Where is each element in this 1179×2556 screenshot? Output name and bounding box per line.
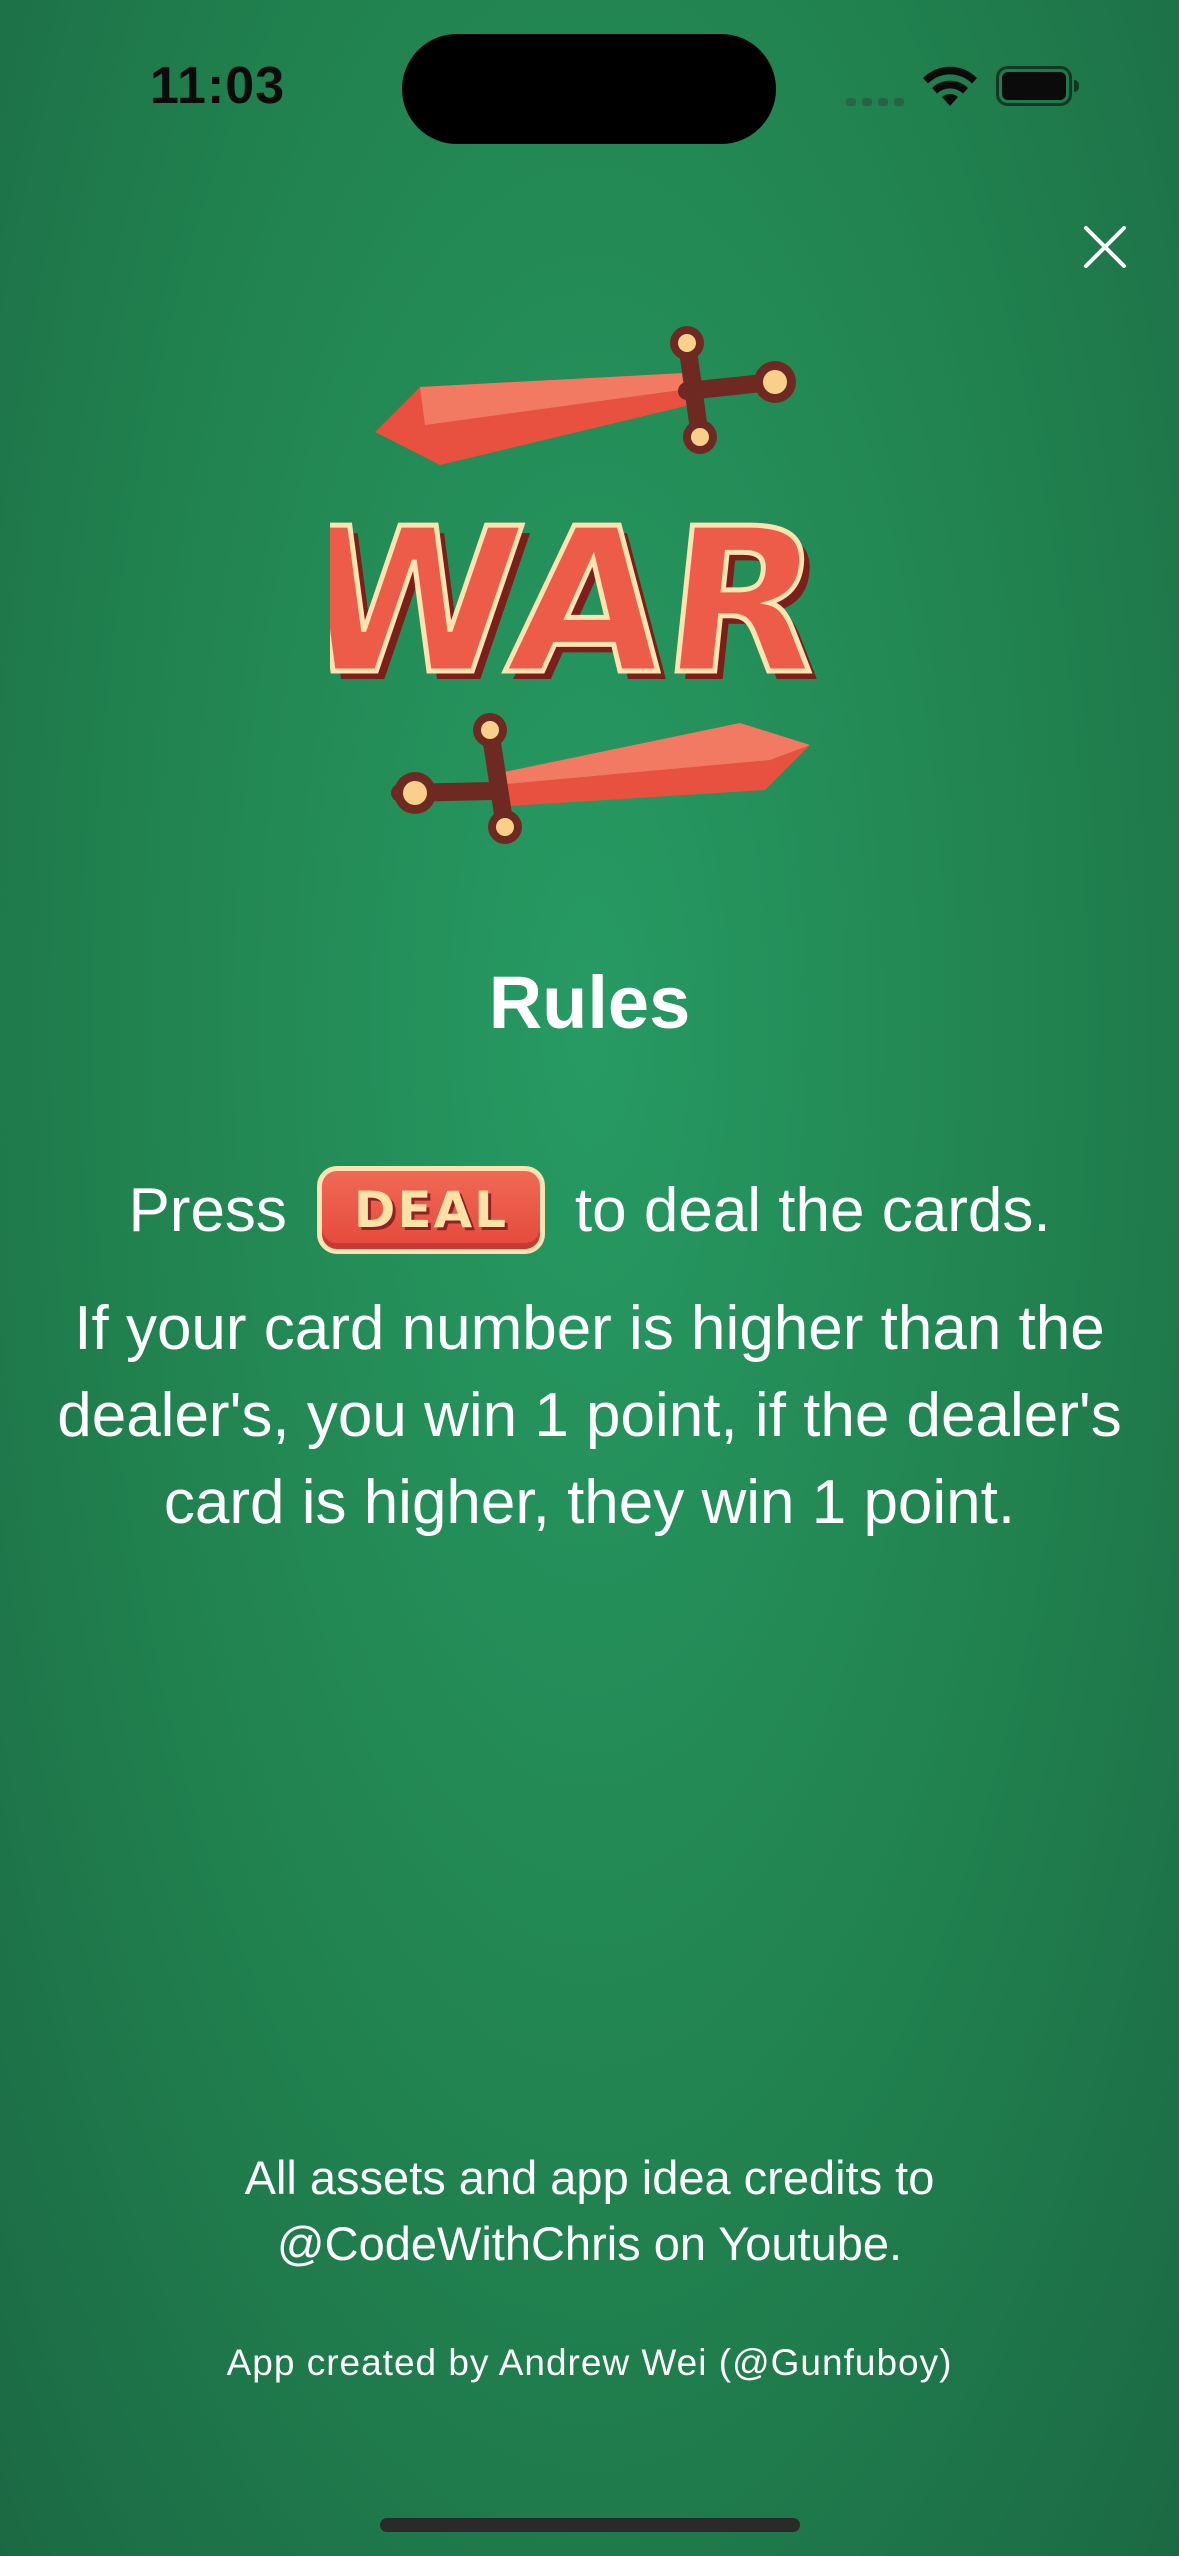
rules-title: Rules	[488, 961, 691, 1044]
home-indicator[interactable]	[380, 2518, 800, 2532]
created-by-text: App created by Andrew Wei (@Gunfuboy)	[226, 2342, 953, 2383]
top-sword-icon	[375, 326, 796, 465]
press-deal-instruction: Press DEAL to deal the cards.	[0, 1160, 1179, 1260]
cellular-signal-icon	[846, 98, 904, 106]
deal-suffix-text: to deal the cards.	[574, 1175, 1051, 1245]
deal-badge-icon: DEAL	[316, 1166, 545, 1254]
status-time: 11:03	[150, 57, 286, 115]
status-bar: 11:03	[0, 0, 1179, 170]
credits-line-1: All assets and app idea credits to	[244, 2151, 935, 2204]
svg-text:WAR: WAR	[330, 487, 832, 719]
wifi-icon	[923, 66, 977, 106]
credits: All assets and app idea credits to @Code…	[0, 2145, 1179, 2277]
dynamic-island	[402, 34, 776, 144]
close-button[interactable]	[1070, 212, 1140, 282]
rules-body: If your card number is higher than the d…	[57, 1294, 1122, 1537]
press-text: Press	[128, 1175, 287, 1245]
war-logo-image: WAR WAR	[330, 326, 840, 844]
deal-badge-label: DEAL	[353, 1181, 509, 1239]
battery-icon	[996, 66, 1079, 106]
close-icon	[1084, 226, 1126, 268]
credits-line-2: @CodeWithChris on Youtube.	[276, 2217, 903, 2270]
war-letters: WAR WAR	[330, 484, 840, 727]
bottom-sword-icon	[391, 713, 810, 844]
